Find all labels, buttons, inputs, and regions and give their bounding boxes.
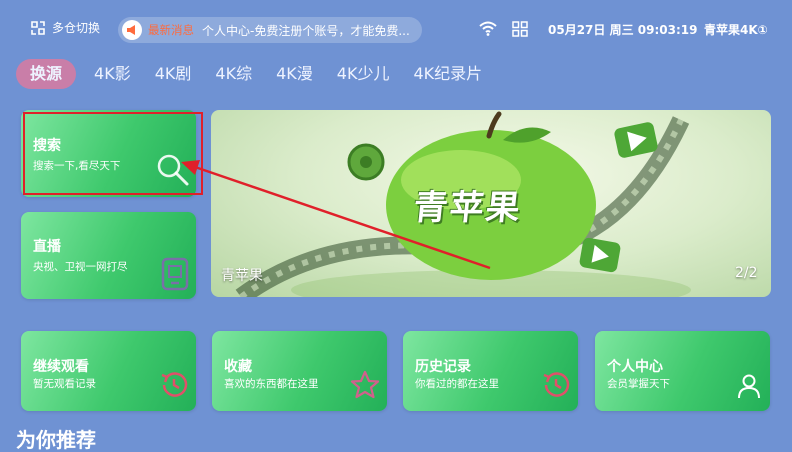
megaphone-icon xyxy=(122,20,142,40)
switch-repo-button[interactable]: 多仓切换 xyxy=(30,19,100,36)
tab-4k-documentary[interactable]: 4K纪录片 xyxy=(401,59,494,89)
user-center-title: 个人中心 xyxy=(607,359,663,375)
news-tag: 最新消息 xyxy=(148,23,194,37)
news-text: 个人中心-免费注册个账号，才能免费... xyxy=(202,23,410,38)
history-subtitle: 你看过的都在这里 xyxy=(415,378,499,390)
tab-4k-kids[interactable]: 4K少儿 xyxy=(325,59,402,89)
banner-logo-text: 青苹果 xyxy=(411,188,524,228)
datetime: 05月27日 周三 09:03:19 xyxy=(548,23,698,37)
app-name: 青苹果4K① xyxy=(704,23,768,37)
star-icon xyxy=(350,370,380,399)
history-icon xyxy=(543,372,570,397)
user-center-subtitle: 会员掌握天下 xyxy=(607,378,670,390)
apps-grid-icon[interactable] xyxy=(512,21,528,37)
live-tv-card[interactable]: 直播 央视、卫视一网打尽 xyxy=(21,212,196,299)
history-clock-icon xyxy=(161,372,188,397)
switch-label: 多仓切换 xyxy=(52,21,101,35)
banner-page-indicator: 2/2 xyxy=(735,265,758,281)
switch-icon xyxy=(31,20,45,35)
tab-4k-anime[interactable]: 4K漫 xyxy=(264,59,325,89)
continue-watching-card[interactable]: 继续观看 暂无观看记录 xyxy=(21,331,196,411)
live-card-title: 直播 xyxy=(33,239,61,255)
user-icon xyxy=(738,374,760,399)
favorites-title: 收藏 xyxy=(224,359,252,375)
tab-source[interactable]: 换源 xyxy=(16,59,77,89)
section-title-recommended: 为你推荐 xyxy=(16,428,96,452)
category-tabs: 换源 4K影 4K剧 4K综 4K漫 4K少儿 4K纪录片 xyxy=(16,59,494,89)
history-card[interactable]: 历史记录 你看过的都在这里 xyxy=(403,331,578,411)
favorites-card[interactable]: 收藏 喜欢的东西都在这里 xyxy=(212,331,387,411)
wifi-icon xyxy=(479,21,497,36)
continue-watching-title: 继续观看 xyxy=(33,359,89,375)
tab-4k-series[interactable]: 4K剧 xyxy=(143,59,204,89)
history-title: 历史记录 xyxy=(415,359,471,375)
featured-banner[interactable]: 青苹果 青苹果 2/2 xyxy=(211,110,771,297)
favorites-subtitle: 喜欢的东西都在这里 xyxy=(224,378,319,390)
tab-4k-variety[interactable]: 4K综 xyxy=(203,59,264,89)
annotation-highlight-box xyxy=(23,112,203,195)
live-card-subtitle: 央视、卫视一网打尽 xyxy=(33,261,128,273)
news-ticker[interactable]: 最新消息 个人中心-免费注册个账号，才能免费... xyxy=(118,17,422,43)
continue-watching-subtitle: 暂无观看记录 xyxy=(33,378,96,390)
tablet-icon xyxy=(161,257,189,291)
user-center-card[interactable]: 个人中心 会员掌握天下 xyxy=(595,331,770,411)
tab-4k-movies[interactable]: 4K影 xyxy=(82,59,143,89)
banner-caption: 青苹果 xyxy=(221,268,263,284)
